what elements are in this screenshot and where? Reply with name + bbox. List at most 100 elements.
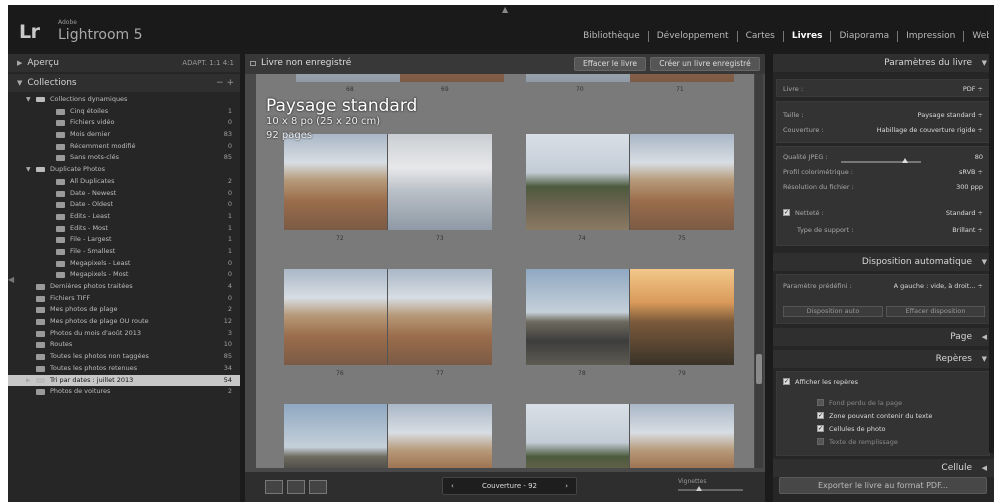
smart-collection-row[interactable]: Edits - Least 1 — [8, 211, 240, 223]
smart-collection-row[interactable]: Dernières photos traitées 4 — [8, 281, 240, 293]
book-page[interactable] — [526, 134, 630, 230]
guide-option-checkbox[interactable] — [817, 438, 824, 445]
page-spread[interactable] — [284, 134, 492, 230]
collapse-top-arrow-icon[interactable]: ▲ — [502, 5, 508, 14]
clear-layout-button[interactable]: Effacer disposition — [886, 306, 985, 317]
collection-set-row[interactable]: ▼ Duplicate Photos — [8, 164, 240, 176]
book-settings-header[interactable]: Paramètres du livre ▼ — [773, 54, 994, 72]
smart-collection-row[interactable]: Photos du mois d'août 2013 3 — [8, 328, 240, 340]
smart-collection-row[interactable]: File - Smallest 1 — [8, 246, 240, 258]
smart-collection-row[interactable]: Mes photos de plage OU route 12 — [8, 316, 240, 328]
thumbnail-size-slider[interactable] — [678, 486, 743, 491]
book-page[interactable] — [388, 269, 492, 365]
auto-layout-button[interactable]: Disposition auto — [783, 306, 883, 317]
guide-option-checkbox[interactable]: ✓ — [817, 412, 824, 419]
page-spread[interactable] — [526, 269, 734, 365]
expand-arrow-icon[interactable]: ▶ — [26, 375, 31, 387]
add-remove-collection-buttons[interactable]: − + — [216, 74, 234, 92]
smart-collection-row[interactable]: Date - Newest 0 — [8, 188, 240, 200]
page-spread[interactable] — [526, 74, 734, 82]
color-profile-row[interactable]: Profil colorimétrique : sRVB ÷ — [783, 168, 983, 176]
collection-set-row[interactable]: ▼ Collections dynamiques — [8, 94, 240, 106]
smart-collection-row[interactable]: Routes 10 — [8, 339, 240, 351]
book-page[interactable] — [526, 74, 630, 82]
page-spread[interactable] — [526, 134, 734, 230]
collapse-arrow-icon[interactable]: ▼ — [26, 164, 31, 176]
resolution-value[interactable]: 300 ppp — [956, 183, 983, 191]
smart-collection-row[interactable]: Fichiers TIFF 0 — [8, 293, 240, 305]
preset-row[interactable]: Paramètre prédéfini : A gauche : vide, à … — [783, 282, 983, 290]
collapse-arrow-icon[interactable]: ▼ — [26, 94, 31, 106]
page-panel-header[interactable]: Page ◀ — [773, 328, 994, 346]
module-tab-0[interactable]: Bibliothèque — [575, 31, 649, 42]
module-tab-5[interactable]: Impression — [898, 31, 965, 42]
auto-layout-header[interactable]: Disposition automatique ▼ — [773, 253, 994, 271]
page-spread[interactable] — [284, 269, 492, 365]
color-profile-value[interactable]: sRVB ÷ — [959, 168, 983, 176]
module-tab-4[interactable]: Diaporama — [831, 31, 899, 42]
page-spread[interactable] — [526, 404, 734, 468]
guide-option-checkbox[interactable] — [817, 399, 824, 406]
book-page[interactable] — [526, 404, 630, 468]
book-page[interactable] — [526, 269, 630, 365]
smart-collection-row[interactable]: File - Largest 1 — [8, 234, 240, 246]
create-saved-book-button[interactable]: Créer un livre enregistré — [650, 57, 760, 71]
module-tab-1[interactable]: Développement — [649, 31, 738, 42]
book-page[interactable] — [630, 74, 734, 82]
show-guides-checkbox[interactable]: ✓ — [783, 378, 790, 385]
book-page[interactable] — [630, 269, 734, 365]
cover-value[interactable]: Habillage de couverture rigide ÷ — [877, 126, 983, 134]
size-value[interactable]: Paysage standard ÷ — [918, 111, 983, 119]
smart-collection-row[interactable]: Fichiers vidéo 0 — [8, 117, 240, 129]
clear-book-button[interactable]: Effacer le livre — [574, 57, 646, 71]
smart-collection-row[interactable]: Date - Oldest 0 — [8, 199, 240, 211]
sharpen-value[interactable]: Standard ÷ — [946, 209, 983, 217]
smart-collection-row[interactable]: All Duplicates 2 — [8, 176, 240, 188]
module-tab-3[interactable]: Livres — [784, 31, 832, 42]
multi-page-view-button[interactable] — [265, 480, 283, 494]
smart-collection-row[interactable]: Megapixels - Most 0 — [8, 269, 240, 281]
previous-page-button[interactable]: ‹ — [451, 478, 454, 494]
slider-knob[interactable] — [902, 158, 908, 163]
jpeg-quality-value[interactable]: 80 — [975, 153, 983, 161]
smart-collection-row[interactable]: Toutes les photos non taggées 85 — [8, 351, 240, 363]
guides-panel-header[interactable]: Repères ▼ — [773, 350, 994, 368]
collapse-left-panel-icon[interactable]: ◀ — [8, 275, 14, 284]
smart-collection-row[interactable]: Récemment modifié 0 — [8, 141, 240, 153]
single-page-view-button[interactable] — [309, 480, 327, 494]
book-page[interactable] — [630, 134, 734, 230]
scrollbar-thumb[interactable] — [756, 354, 762, 384]
smart-collection-row[interactable]: Photos de voitures 2 — [8, 386, 240, 398]
module-tab-2[interactable]: Cartes — [738, 31, 784, 42]
smart-collection-row[interactable]: Megapixels - Least 0 — [8, 258, 240, 270]
cell-panel-header[interactable]: Cellule ◀ — [773, 459, 994, 477]
next-page-button[interactable]: › — [565, 478, 568, 494]
export-pdf-button[interactable]: Exporter le livre au format PDF... — [779, 477, 987, 494]
smart-collection-row[interactable]: Cinq étoiles 1 — [8, 106, 240, 118]
sharpen-checkbox[interactable]: ✓ — [783, 209, 790, 216]
jpeg-quality-slider[interactable] — [841, 158, 921, 163]
size-row[interactable]: Taille : Paysage standard ÷ — [783, 111, 983, 119]
collection-set-row[interactable]: ▶ Tri par dates : juillet 2013 54 — [8, 374, 240, 387]
smart-collection-row[interactable]: Edits - Most 1 — [8, 223, 240, 235]
smart-collection-row[interactable]: Toutes les photos retenues 34 — [8, 363, 240, 375]
preset-value[interactable]: A gauche : vide, à droit... ÷ — [894, 282, 983, 290]
vertical-scrollbar[interactable] — [755, 74, 763, 468]
book-page[interactable] — [284, 269, 388, 365]
book-type-row[interactable]: Livre : PDF ÷ — [783, 85, 983, 93]
preview-panel-header[interactable]: ▶ Aperçu ADAPT. 1:1 4:1 — [8, 54, 240, 72]
book-page[interactable] — [284, 134, 388, 230]
smart-collection-row[interactable]: Mes photos de plage 2 — [8, 304, 240, 316]
page-spread[interactable] — [284, 404, 492, 468]
smart-collection-row[interactable]: Sans mots-clés 85 — [8, 152, 240, 164]
book-page[interactable] — [400, 74, 504, 82]
preview-zoom-controls[interactable]: ADAPT. 1:1 4:1 — [182, 54, 234, 72]
book-page[interactable] — [630, 404, 734, 468]
book-type-value[interactable]: PDF ÷ — [963, 85, 983, 93]
media-type-value[interactable]: Brillant ÷ — [952, 226, 983, 234]
page-spread[interactable] — [296, 74, 504, 82]
book-page[interactable] — [388, 134, 492, 230]
slider-knob[interactable] — [696, 486, 702, 491]
book-page[interactable] — [296, 74, 400, 82]
book-page[interactable] — [284, 404, 388, 468]
